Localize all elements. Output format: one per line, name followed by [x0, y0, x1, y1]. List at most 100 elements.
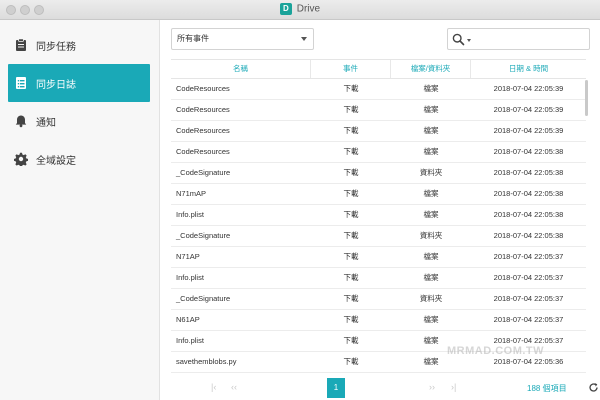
cell-type: 檔案	[423, 252, 439, 261]
event-filter-value: 所有事件	[177, 34, 209, 43]
cell-type: 檔案	[423, 315, 439, 324]
clipboard-icon	[14, 38, 28, 52]
cell-datetime: 2018-07-04 22:05:39	[493, 84, 564, 93]
cell-datetime: 2018-07-04 22:05:38	[493, 231, 564, 240]
sidebar-item-sync-log[interactable]: 同步日誌	[8, 64, 150, 102]
cell-event: 下載	[343, 315, 359, 324]
cell-datetime: 2018-07-04 22:05:38	[493, 147, 564, 156]
window-titlebar: D Drive	[0, 0, 600, 20]
sidebar-item-label: 同步任務	[36, 41, 76, 53]
cell-event: 下載	[343, 126, 359, 135]
cell-event: 下載	[343, 273, 359, 282]
cell-datetime: 2018-07-04 22:05:38	[493, 168, 564, 177]
table-row[interactable]: CodeResources 下載 檔案 2018-07-04 22:05:39	[171, 79, 586, 100]
cell-name: CodeResources	[176, 147, 230, 156]
cell-event: 下載	[343, 252, 359, 261]
document-list-icon	[14, 76, 28, 90]
bell-icon	[14, 114, 28, 128]
cell-event: 下載	[343, 189, 359, 198]
table-row[interactable]: CodeResources 下載 檔案 2018-07-04 22:05:39	[171, 100, 586, 121]
cell-datetime: 2018-07-04 22:05:37	[493, 294, 564, 303]
cell-name: _CodeSignature	[176, 168, 231, 177]
sidebar-item-label: 通知	[36, 117, 56, 129]
sidebar-item-label: 同步日誌	[36, 79, 76, 91]
cell-datetime: 2018-07-04 22:05:39	[493, 105, 564, 114]
table-row[interactable]: _CodeSignature 下載 資料夾 2018-07-04 22:05:38	[171, 163, 586, 184]
cell-name: Info.plist	[176, 273, 204, 282]
cell-datetime: 2018-07-04 22:05:37	[493, 252, 564, 261]
cell-event: 下載	[343, 294, 359, 303]
window-title: D Drive	[0, 3, 600, 15]
item-count-label: 188 個項目	[527, 384, 567, 393]
sidebar-item-sync-tasks[interactable]: 同步任務	[8, 26, 150, 64]
cell-name: N71mAP	[176, 189, 207, 198]
cell-name: _CodeSignature	[176, 294, 231, 303]
cell-name: Info.plist	[176, 210, 204, 219]
search-input[interactable]	[447, 28, 590, 50]
cell-datetime: 2018-07-04 22:05:39	[493, 126, 564, 135]
table-row[interactable]: N71mAP 下載 檔案 2018-07-04 22:05:38	[171, 184, 586, 205]
search-icon	[452, 33, 465, 46]
table-row[interactable]: CodeResources 下載 檔案 2018-07-04 22:05:39	[171, 121, 586, 142]
gear-icon	[14, 152, 28, 166]
table-scrollbar[interactable]	[585, 80, 588, 116]
current-page-button[interactable]: 1	[327, 378, 345, 398]
sidebar-item-global-settings[interactable]: 全域設定	[8, 140, 150, 178]
cell-datetime: 2018-07-04 22:05:37	[493, 273, 564, 282]
cell-event: 下載	[343, 168, 359, 177]
cell-name: CodeResources	[176, 84, 230, 93]
table-row[interactable]: _CodeSignature 下載 資料夾 2018-07-04 22:05:38	[171, 226, 586, 247]
column-header-event[interactable]: 事件	[311, 60, 391, 78]
watermark-text: MRMAD.COM.TW	[447, 345, 545, 357]
cell-name: N71AP	[176, 252, 200, 261]
cell-type: 檔案	[423, 189, 439, 198]
cell-type: 檔案	[423, 105, 439, 114]
cell-type: 資料夾	[419, 168, 443, 177]
sidebar-item-notifications[interactable]: 通知	[8, 102, 150, 140]
first-page-button[interactable]: |‹	[211, 382, 216, 392]
table-row[interactable]: Info.plist 下載 檔案 2018-07-04 22:05:37	[171, 268, 586, 289]
cell-event: 下載	[343, 210, 359, 219]
cell-name: CodeResources	[176, 105, 230, 114]
cell-event: 下載	[343, 105, 359, 114]
sidebar-item-label: 全域設定	[36, 155, 76, 167]
column-header-type[interactable]: 檔案/資料夾	[391, 60, 471, 78]
column-header-name[interactable]: 名稱	[171, 60, 311, 78]
table-row[interactable]: CodeResources 下載 檔案 2018-07-04 22:05:38	[171, 142, 586, 163]
sidebar: 同步任務 同步日誌 通知 全域設定	[0, 20, 160, 400]
prev-page-button[interactable]: ‹‹	[231, 382, 237, 392]
table-row[interactable]: N61AP 下載 檔案 2018-07-04 22:05:37	[171, 310, 586, 331]
next-page-button[interactable]: ››	[429, 382, 435, 392]
cell-type: 資料夾	[419, 231, 443, 240]
cell-datetime: 2018-07-04 22:05:37	[493, 315, 564, 324]
cell-type: 檔案	[423, 273, 439, 282]
cell-name: N61AP	[176, 315, 200, 324]
search-options-chevron-icon[interactable]	[467, 39, 471, 42]
cell-type: 檔案	[423, 210, 439, 219]
column-header-datetime[interactable]: 日期 & 時間	[471, 60, 586, 78]
refresh-icon[interactable]	[588, 382, 599, 393]
log-table-body: CodeResources 下載 檔案 2018-07-04 22:05:39 Code…	[171, 79, 586, 379]
cell-type: 檔案	[423, 147, 439, 156]
table-row[interactable]: _CodeSignature 下載 資料夾 2018-07-04 22:05:37	[171, 289, 586, 310]
cell-name: CodeResources	[176, 126, 230, 135]
cell-event: 下載	[343, 357, 359, 366]
table-row[interactable]: Info.plist 下載 檔案 2018-07-04 22:05:38	[171, 205, 586, 226]
cell-name: Info.plist	[176, 336, 204, 345]
main-panel: 所有事件 名稱 事件 檔案/資料夾 日期 & 時間 CodeResources 下…	[161, 20, 600, 400]
cell-name: _CodeSignature	[176, 231, 231, 240]
table-row[interactable]: N71AP 下載 檔案 2018-07-04 22:05:37	[171, 247, 586, 268]
last-page-button[interactable]: ›|	[451, 382, 456, 392]
cell-datetime: 2018-07-04 22:05:38	[493, 189, 564, 198]
cell-type: 資料夾	[419, 294, 443, 303]
chevron-down-icon	[301, 37, 307, 41]
cell-type: 檔案	[423, 84, 439, 93]
cell-type: 檔案	[423, 126, 439, 135]
cell-event: 下載	[343, 147, 359, 156]
pagination-bar: |‹ ‹‹ 1 ›› ›| 188 個項目	[161, 378, 600, 400]
event-filter-select[interactable]: 所有事件	[171, 28, 314, 50]
app-title: Drive	[296, 3, 321, 15]
table-header: 名稱 事件 檔案/資料夾 日期 & 時間	[171, 59, 586, 79]
cell-datetime: 2018-07-04 22:05:38	[493, 210, 564, 219]
drive-logo-icon: D	[279, 3, 292, 15]
